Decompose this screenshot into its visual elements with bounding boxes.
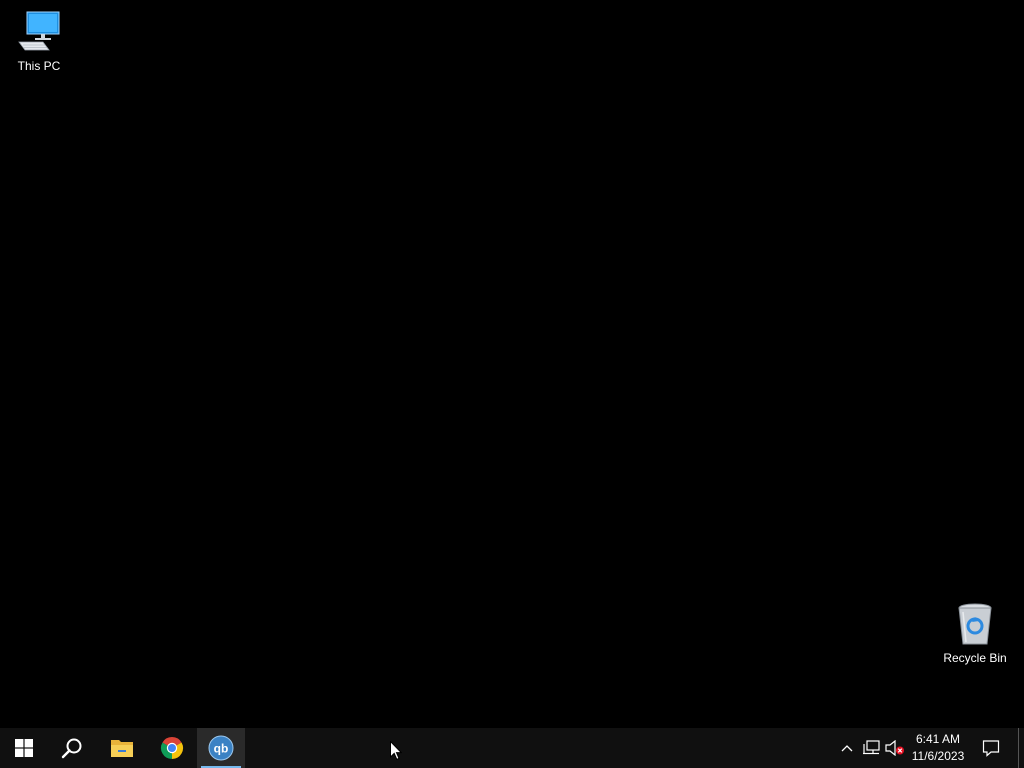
qbittorrent-button[interactable]: qb <box>197 728 245 768</box>
file-explorer-icon <box>111 740 133 757</box>
volume-muted-icon <box>885 740 904 756</box>
desktop-icon-recycle-bin[interactable]: Recycle Bin <box>938 600 1012 665</box>
network-icon <box>863 740 880 755</box>
show-desktop-button[interactable] <box>1018 728 1024 768</box>
recycle-bin-label: Recycle Bin <box>943 651 1007 665</box>
desktop[interactable]: This PC Recycle Bin <box>0 0 1024 728</box>
windows-start-icon <box>15 739 33 757</box>
clock[interactable]: 6:41 AM 11/6/2023 <box>906 728 970 768</box>
search-icon <box>61 738 82 759</box>
this-pc-icon <box>18 11 60 51</box>
action-center-button[interactable] <box>976 728 1006 768</box>
network-button[interactable] <box>860 728 882 768</box>
file-explorer-button[interactable] <box>98 728 146 768</box>
taskbar: qb 6:41 AM 11/6/2023 <box>0 728 1024 768</box>
show-hidden-icons-button[interactable] <box>836 728 858 768</box>
chrome-button[interactable] <box>148 728 196 768</box>
clock-time: 6:41 AM <box>915 732 961 746</box>
clock-date: 11/6/2023 <box>911 749 965 763</box>
chrome-icon <box>160 737 184 759</box>
start-button[interactable] <box>0 728 48 768</box>
qbittorrent-icon-text: qb <box>214 742 229 756</box>
qbittorrent-icon: qb <box>208 735 234 761</box>
desktop-icon-this-pc[interactable]: This PC <box>2 8 76 73</box>
mouse-cursor-icon <box>390 741 402 760</box>
search-button[interactable] <box>48 728 96 768</box>
chevron-up-icon <box>841 745 853 752</box>
this-pc-label: This PC <box>17 59 61 73</box>
recycle-bin-icon <box>958 603 992 645</box>
volume-button[interactable] <box>884 728 906 768</box>
notification-icon <box>982 740 1000 757</box>
